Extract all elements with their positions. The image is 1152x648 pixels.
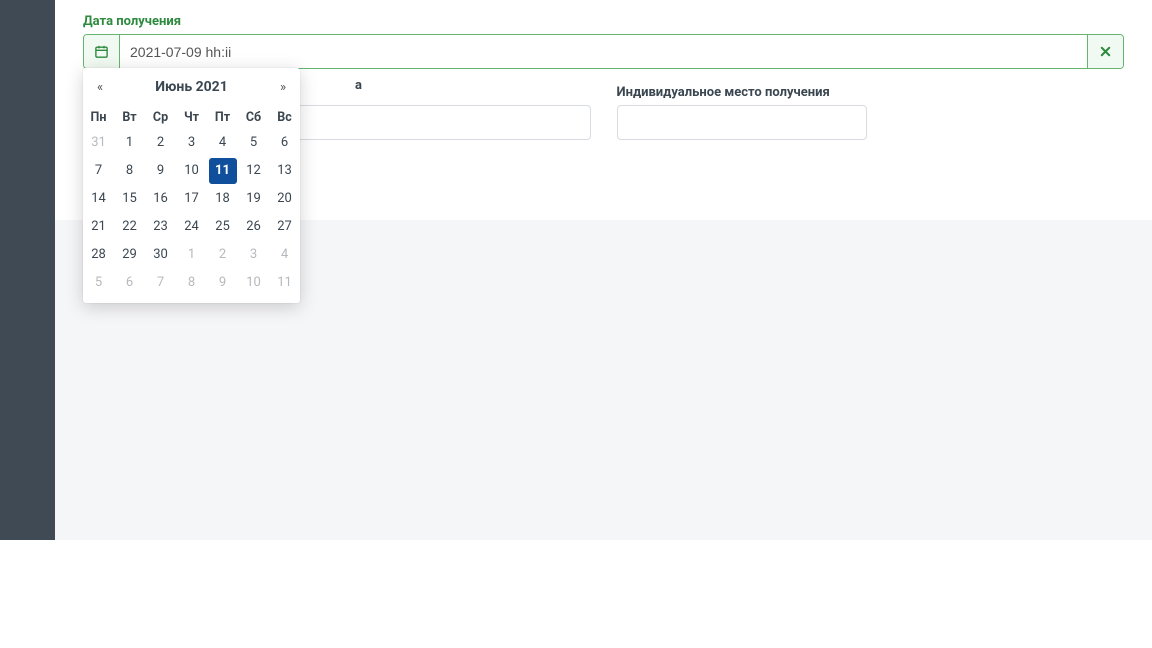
calendar-icon [94, 44, 109, 59]
close-icon [1098, 44, 1113, 59]
datepicker-day[interactable]: 11 [209, 158, 237, 184]
datepicker-week-row: 78910111213 [83, 157, 300, 185]
weekday-sat: Сб [238, 106, 269, 129]
weekday-fri: Пт [207, 106, 238, 129]
datepicker-day[interactable]: 12 [240, 158, 268, 184]
datepicker-day[interactable]: 2 [147, 130, 175, 156]
datepicker-week-row: 31123456 [83, 129, 300, 157]
datepicker-day[interactable]: 3 [178, 130, 206, 156]
left-label-tail: a [355, 78, 362, 93]
date-received-input-group [83, 34, 1124, 69]
datepicker-day[interactable]: 6 [116, 270, 144, 296]
datepicker-week-row: 21222324252627 [83, 213, 300, 241]
datepicker-week-row: 2829301234 [83, 241, 300, 269]
datepicker-day[interactable]: 9 [147, 158, 175, 184]
weekday-sun: Вс [269, 106, 300, 129]
weekday-tue: Вт [114, 106, 145, 129]
datepicker-day[interactable]: 30 [147, 242, 175, 268]
datepicker-day[interactable]: 7 [85, 158, 113, 184]
datepicker-day[interactable]: 7 [147, 270, 175, 296]
datepicker-header: « Июнь 2021 » [83, 68, 300, 106]
sidebar [0, 0, 55, 540]
datepicker-day[interactable]: 5 [85, 270, 113, 296]
datepicker-day[interactable]: 31 [85, 130, 113, 156]
datepicker-day[interactable]: 16 [147, 186, 175, 212]
datepicker-day[interactable]: 24 [178, 214, 206, 240]
date-received-label: Дата получения [83, 14, 1124, 29]
datepicker-day[interactable]: 18 [209, 186, 237, 212]
datepicker-day[interactable]: 1 [178, 242, 206, 268]
datepicker-day[interactable]: 27 [271, 214, 299, 240]
datepicker-next-button[interactable]: » [268, 72, 298, 102]
individual-place-input[interactable] [617, 105, 867, 140]
datepicker-day[interactable]: 17 [178, 186, 206, 212]
datepicker-day[interactable]: 20 [271, 186, 299, 212]
datepicker-day[interactable]: 5 [240, 130, 268, 156]
weekday-mon: Пн [83, 106, 114, 129]
calendar-icon-button[interactable] [84, 35, 120, 68]
clear-date-button[interactable] [1087, 35, 1123, 68]
individual-place-label: Индивидуальное место получения [617, 85, 1125, 100]
datepicker-weekday-row: Пн Вт Ср Чт Пт Сб Вс [83, 106, 300, 129]
datepicker-day[interactable]: 8 [116, 158, 144, 184]
datepicker-day[interactable]: 21 [85, 214, 113, 240]
datepicker-day[interactable]: 11 [271, 270, 299, 296]
datepicker-day[interactable]: 28 [85, 242, 113, 268]
datepicker-day[interactable]: 1 [116, 130, 144, 156]
datepicker-day[interactable]: 22 [116, 214, 144, 240]
datepicker-day[interactable]: 8 [178, 270, 206, 296]
form-area: Дата получения x a [55, 0, 1152, 220]
datepicker-day[interactable]: 2 [209, 242, 237, 268]
datepicker-popup: « Июнь 2021 » Пн Вт Ср Чт Пт Сб Вс 311 [83, 68, 300, 303]
datepicker-day[interactable]: 26 [240, 214, 268, 240]
form-col-right: Индивидуальное место получения [617, 85, 1125, 140]
datepicker-day[interactable]: 3 [240, 242, 268, 268]
datepicker-day[interactable]: 23 [147, 214, 175, 240]
datepicker-prev-button[interactable]: « [85, 72, 115, 102]
main-content: Дата получения x a [55, 0, 1152, 540]
datepicker-day[interactable]: 9 [209, 270, 237, 296]
datepicker-day[interactable]: 15 [116, 186, 144, 212]
datepicker-day[interactable]: 4 [209, 130, 237, 156]
datepicker-grid: Пн Вт Ср Чт Пт Сб Вс 3112345678910111213… [83, 106, 300, 297]
datepicker-week-row: 567891011 [83, 269, 300, 297]
datepicker-day[interactable]: 14 [85, 186, 113, 212]
date-received-input[interactable] [120, 35, 1087, 68]
datepicker-day[interactable]: 29 [116, 242, 144, 268]
datepicker-day[interactable]: 19 [240, 186, 268, 212]
datepicker-day[interactable]: 13 [271, 158, 299, 184]
datepicker-day[interactable]: 10 [178, 158, 206, 184]
datepicker-day[interactable]: 6 [271, 130, 299, 156]
weekday-wed: Ср [145, 106, 176, 129]
datepicker-day[interactable]: 4 [271, 242, 299, 268]
datepicker-day[interactable]: 10 [240, 270, 268, 296]
datepicker-month-year[interactable]: Июнь 2021 [115, 79, 268, 95]
datepicker-day[interactable]: 25 [209, 214, 237, 240]
datepicker-week-row: 14151617181920 [83, 185, 300, 213]
weekday-thu: Чт [176, 106, 207, 129]
